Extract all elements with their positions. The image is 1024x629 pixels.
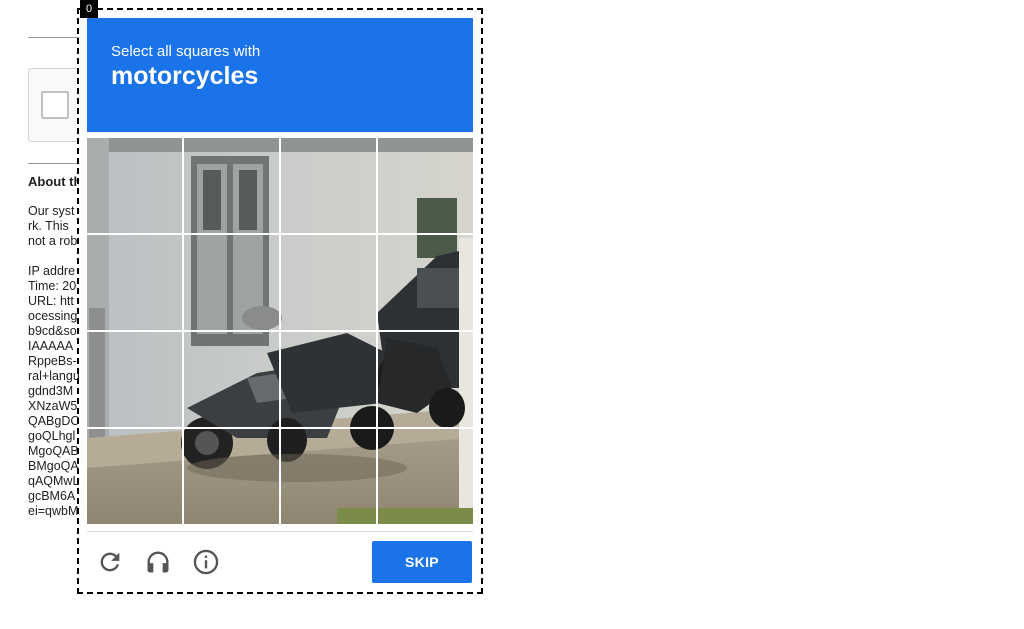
reload-icon (100, 552, 120, 572)
reload-button[interactable] (94, 546, 126, 578)
image-grid (87, 138, 473, 524)
grid-divider (87, 233, 473, 235)
footer-divider (87, 531, 473, 532)
info-button[interactable] (190, 546, 222, 578)
background-text-line: ocessing (28, 309, 78, 323)
background-text-line: URL: htt (28, 294, 74, 308)
target-object: motorcycles (111, 62, 259, 90)
grid-tile-5[interactable] (87, 235, 182, 330)
background-text-line: not a rob (28, 234, 78, 248)
skip-button[interactable]: SKIP (372, 541, 472, 583)
background-text-line: gcBM6A (28, 489, 76, 503)
instruction-text: Select all squares with (111, 43, 261, 60)
background-text-line: IP addre (28, 264, 76, 278)
challenge-header: Select all squares with motorcycles (87, 18, 473, 132)
grid-tile-6[interactable] (184, 235, 279, 330)
grid-tile-10[interactable] (184, 332, 279, 427)
background-text-line: BMgoQA (28, 459, 79, 473)
grid-tile-1[interactable] (87, 138, 182, 233)
background-text-line: MgoQAB (28, 444, 79, 458)
background-text-line: ei=qwbM (28, 504, 79, 518)
info-icon (193, 549, 219, 575)
grid-divider (87, 427, 473, 429)
grid-tile-2[interactable] (184, 138, 279, 233)
grid-tile-4[interactable] (378, 138, 473, 233)
background-text-line: rk. This (28, 219, 69, 233)
background-text-line: gdnd3M (28, 384, 74, 398)
grid-tile-8[interactable] (378, 235, 473, 330)
background-text-line: QABgDC (28, 414, 80, 428)
background-text-line: Our syst (28, 204, 75, 218)
background-text-line: Time: 20 (28, 279, 77, 293)
about-heading: About th (28, 174, 82, 189)
background-text-line: IAAAAA (28, 339, 74, 353)
grid-tile-16[interactable] (378, 429, 473, 524)
background-text-line: b9cd&so (28, 324, 77, 338)
background-text-line: qAQMwL (28, 474, 80, 488)
selection-counter: 0 (80, 0, 98, 18)
background-text-line: goQLhgl (28, 429, 76, 443)
audio-challenge-button[interactable] (142, 546, 174, 578)
recaptcha-checkbox[interactable] (41, 91, 69, 119)
grid-tile-7[interactable] (281, 235, 376, 330)
grid-tile-15[interactable] (281, 429, 376, 524)
background-text-line: RppeBs- (28, 354, 77, 368)
grid-tile-11[interactable] (281, 332, 376, 427)
grid-divider (87, 330, 473, 332)
grid-tile-14[interactable] (184, 429, 279, 524)
grid-tile-13[interactable] (87, 429, 182, 524)
background-text-line: XNzaW5 (28, 399, 78, 413)
grid-tile-12[interactable] (378, 332, 473, 427)
headphones-icon (147, 551, 169, 573)
grid-tile-9[interactable] (87, 332, 182, 427)
grid-tile-3[interactable] (281, 138, 376, 233)
background-text-line: ral+langu (28, 369, 80, 383)
